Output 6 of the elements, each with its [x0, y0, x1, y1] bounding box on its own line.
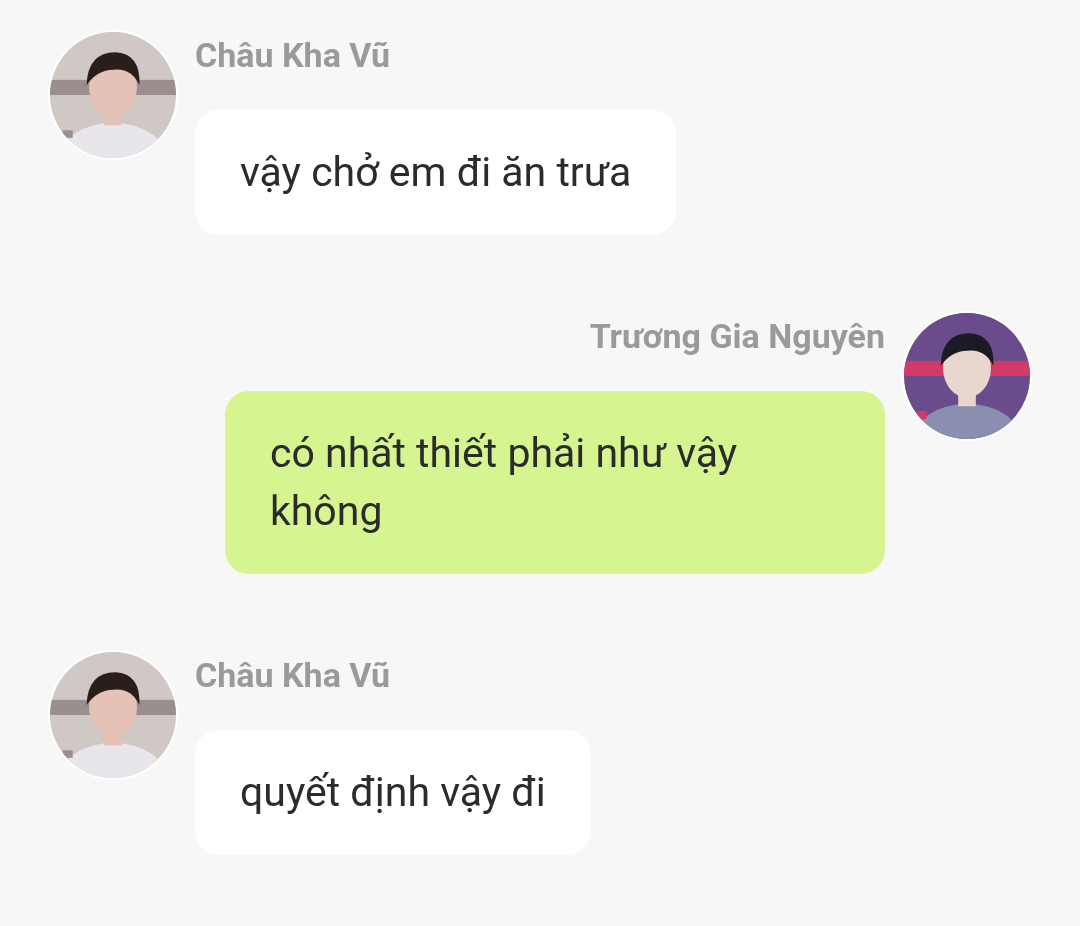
message-bubble: vậy chở em đi ăn trưa [195, 110, 677, 235]
message-bubble: có nhất thiết phải như vậy không [225, 391, 885, 574]
message-bubble: quyết định vậy đi [195, 730, 591, 855]
sender-name: Châu Kha Vũ [195, 34, 391, 77]
sender-name: Trương Gia Nguyên [589, 315, 885, 358]
sender-name: Châu Kha Vũ [195, 654, 391, 697]
